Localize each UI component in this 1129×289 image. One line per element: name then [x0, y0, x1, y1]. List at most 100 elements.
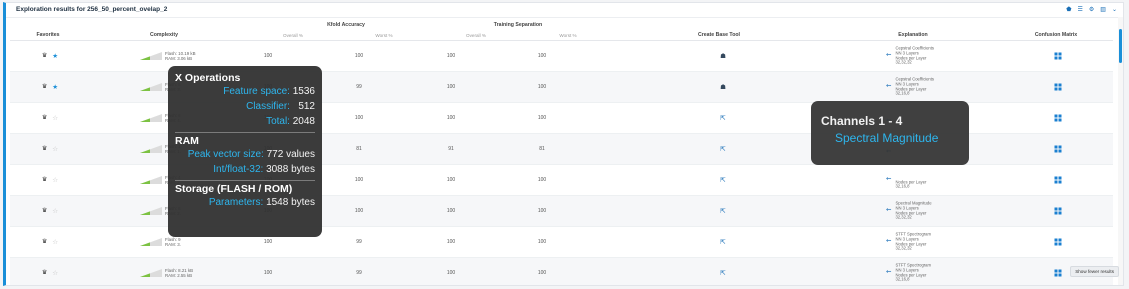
- export-icon[interactable]: ⇱: [720, 145, 725, 153]
- explanation-line: 32,32,32: [895, 214, 912, 220]
- kfold-worst-value: 99: [356, 84, 362, 90]
- kfold-worst-value: 100: [354, 115, 364, 121]
- star-icon[interactable]: ☆: [52, 207, 58, 215]
- complexity-cell: Flash: 10.19 kB RAM: 3.06 kB: [140, 51, 196, 61]
- chart-icon[interactable]: ⇜: [886, 236, 891, 244]
- kfold-worst-value: 99: [356, 270, 362, 276]
- crown-icon[interactable]: ♛: [42, 269, 47, 277]
- chart-icon[interactable]: ⇜: [886, 81, 891, 89]
- show-fewer-results-button[interactable]: Show fewer results: [1070, 266, 1119, 277]
- export-icon[interactable]: ⇱: [720, 269, 725, 277]
- favorite-cell: ♛ ☆: [42, 176, 58, 184]
- crown-icon[interactable]: ♛: [42, 114, 47, 122]
- star-icon[interactable]: ☆: [52, 145, 58, 153]
- grid-icon[interactable]: [1054, 114, 1062, 122]
- training-overall-value: 91: [448, 146, 454, 152]
- explanation-line: 32,16,8: [895, 90, 910, 96]
- crown-icon[interactable]: ♛: [42, 207, 47, 215]
- complexity-header[interactable]: Complexity: [150, 32, 178, 38]
- star-icon[interactable]: ★: [52, 52, 58, 60]
- training-overall-value: 100: [446, 270, 456, 276]
- scrollbar-track[interactable]: [1118, 17, 1123, 285]
- grid-icon[interactable]: [1054, 52, 1062, 60]
- training-overall-value: 100: [446, 84, 456, 90]
- crown-icon[interactable]: ♛: [42, 145, 47, 153]
- crown-icon[interactable]: ♛: [42, 83, 47, 91]
- training-worst-header[interactable]: Worst %: [559, 33, 576, 38]
- export-icon[interactable]: ⇱: [720, 176, 725, 184]
- peak-vector-line: Peak vector size: 772 values: [175, 147, 315, 162]
- gear-icon[interactable]: ⚙: [1089, 6, 1094, 13]
- channels-subtitle: Spectral Magnitude: [835, 131, 939, 145]
- grid-icon[interactable]: [1054, 145, 1062, 153]
- kfold-worst-value: 100: [354, 177, 364, 183]
- ops-title: X Operations: [175, 72, 241, 84]
- chart-icon[interactable]: ▥: [1100, 6, 1106, 13]
- star-icon[interactable]: ☆: [52, 269, 58, 277]
- training-overall-header[interactable]: Overall %: [466, 33, 486, 38]
- kfold-overall-value: 100: [263, 239, 273, 245]
- complexity-bars-icon: [140, 238, 162, 246]
- crown-icon[interactable]: ♛: [42, 176, 47, 184]
- table-row[interactable]: ♛ ☆ Flash: 8.21 kB RAM: 2.55 kB 100 99 1…: [10, 258, 1113, 285]
- export-icon[interactable]: ⇱: [720, 114, 725, 122]
- int-float-line: Int/float-32: 3088 bytes: [175, 162, 315, 177]
- kfold-accuracy-header: Kfold Accuracy: [327, 22, 365, 28]
- robot-icon[interactable]: ☗: [720, 83, 726, 91]
- training-overall-value: 100: [446, 208, 456, 214]
- star-icon[interactable]: ★: [52, 83, 58, 91]
- int-float-value: 3088 bytes: [266, 164, 315, 175]
- favorite-cell: ♛ ☆: [42, 269, 58, 277]
- training-overall-value: 100: [446, 115, 456, 121]
- grid-icon[interactable]: [1054, 238, 1062, 246]
- list-icon[interactable]: ☰: [1078, 6, 1083, 13]
- kfold-worst-header[interactable]: Worst %: [375, 33, 392, 38]
- panel-title: Exploration results for 256_50_percent_o…: [16, 6, 168, 13]
- favorite-cell: ♛ ★: [42, 83, 58, 91]
- chart-icon[interactable]: ⇜: [886, 174, 891, 182]
- grid-icon[interactable]: [1054, 176, 1062, 184]
- complexity-bars-icon: [140, 145, 162, 153]
- chart-icon[interactable]: ⇜: [886, 267, 891, 275]
- ram-size: RAM: 3.: [165, 242, 181, 247]
- training-worst-value: 100: [537, 270, 547, 276]
- favorite-cell: ♛ ☆: [42, 207, 58, 215]
- grid-icon[interactable]: [1054, 269, 1062, 277]
- favorite-cell: ♛ ☆: [42, 114, 58, 122]
- explanation-cell: ⇜ STFT Spectrogram NN 3 Layers Nodes per L…: [886, 263, 931, 282]
- crown-icon[interactable]: ♛: [42, 52, 47, 60]
- chart-icon[interactable]: ⇜: [886, 205, 891, 213]
- explanation-line: 32,32,32: [895, 59, 912, 65]
- crown-icon[interactable]: ♛: [42, 238, 47, 246]
- kfold-worst-value: 100: [354, 53, 364, 59]
- kfold-overall-header[interactable]: Overall %: [283, 33, 303, 38]
- star-icon[interactable]: ☆: [52, 114, 58, 122]
- training-worst-value: 100: [537, 208, 547, 214]
- star-icon[interactable]: ☆: [52, 176, 58, 184]
- chart-icon[interactable]: ⇜: [886, 50, 891, 58]
- pin-icon[interactable]: ⬟: [1066, 6, 1071, 13]
- training-worst-value: 100: [537, 239, 547, 245]
- star-icon[interactable]: ☆: [52, 238, 58, 246]
- ram-size: RAM: 2.55 kB: [165, 273, 193, 278]
- grid-icon[interactable]: [1054, 207, 1062, 215]
- chevron-down-icon[interactable]: ⌄: [1112, 6, 1117, 13]
- export-icon[interactable]: ⇱: [720, 207, 725, 215]
- operations-tooltip: X Operations Feature space: 1536 Classif…: [168, 66, 322, 237]
- training-overall-value: 100: [446, 53, 456, 59]
- training-worst-value: 100: [537, 177, 547, 183]
- complexity-bars-icon: [140, 52, 162, 60]
- complexity-bars-icon: [140, 176, 162, 184]
- robot-icon[interactable]: ☗: [720, 52, 726, 60]
- grid-icon[interactable]: [1054, 83, 1062, 91]
- complexity-cell: Flash: 9 RAM: 3.: [140, 237, 181, 247]
- complexity-bars-icon: [140, 269, 162, 277]
- total-label: Total:: [266, 116, 290, 127]
- confusion-matrix-header: Confusion Matrix: [1034, 32, 1078, 38]
- favorites-header[interactable]: Favorites: [36, 32, 59, 38]
- scrollbar-thumb[interactable]: [1119, 29, 1122, 63]
- export-icon[interactable]: ⇱: [720, 238, 725, 246]
- channels-title: Channels 1 - 4: [821, 114, 903, 128]
- complexity-bars-icon: [140, 114, 162, 122]
- training-overall-value: 100: [446, 177, 456, 183]
